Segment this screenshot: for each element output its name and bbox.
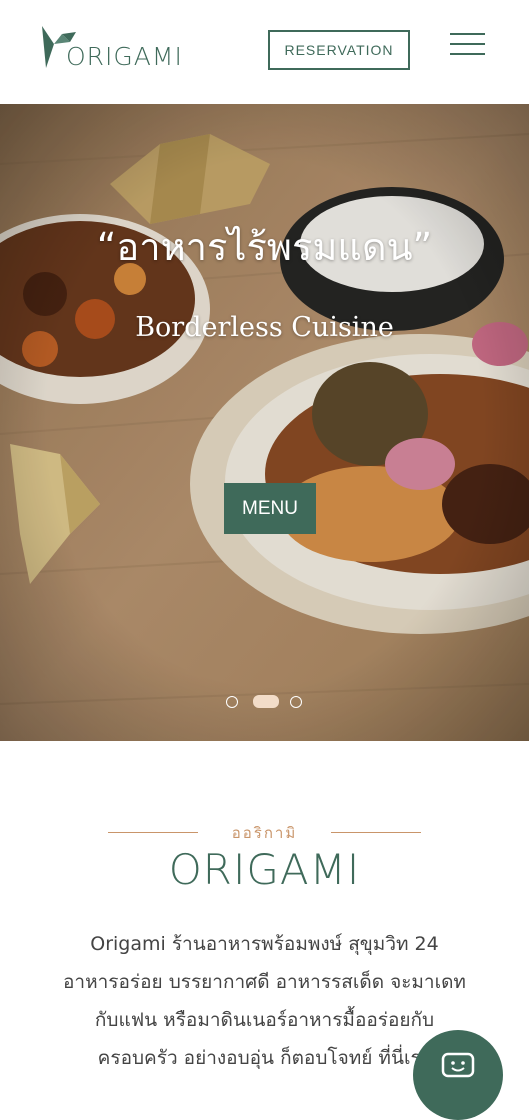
about-line-3: กับแฟน หรือมาดินเนอร์อาหารมื้ออร่อยกับ — [94, 1009, 435, 1031]
reservation-button[interactable]: RESERVATION — [268, 30, 410, 70]
about-line-2: อาหารอร่อย บรรยากาศดี อาหารรสเด็ด จะมาเด… — [63, 971, 466, 993]
about-title: ORIGAMI — [168, 845, 361, 894]
hero-food-photo — [0, 104, 529, 741]
carousel-dot-3[interactable] — [290, 696, 302, 708]
menu-button[interactable]: MENU — [224, 483, 316, 534]
carousel-dot-1[interactable] — [226, 696, 238, 708]
chat-button[interactable] — [413, 1030, 503, 1120]
hamburger-icon[interactable] — [450, 33, 485, 55]
hero-title: “อาหารไร้พรมแดน” — [96, 225, 433, 269]
about-section: ออริกามิ ORIGAMI Origami ร้านอาหารพร้อมพ… — [0, 741, 529, 1080]
hero-subtitle: Borderless Cuisine — [135, 312, 394, 343]
logo-text: ORIGAMI — [66, 42, 183, 71]
carousel-dots — [226, 695, 306, 710]
hero-slider: “อาหารไร้พรมแดน” Borderless Cuisine MENU — [0, 104, 529, 741]
site-header: ORIGAMI RESERVATION — [0, 0, 529, 104]
carousel-dot-2[interactable] — [253, 695, 279, 708]
about-kicker: ออริกามิ — [231, 824, 298, 842]
chat-smile-icon — [441, 1052, 475, 1078]
about-line-1: Origami ร้านอาหารพร้อมพงษ์ สุขุมวิท 24 — [90, 933, 439, 955]
